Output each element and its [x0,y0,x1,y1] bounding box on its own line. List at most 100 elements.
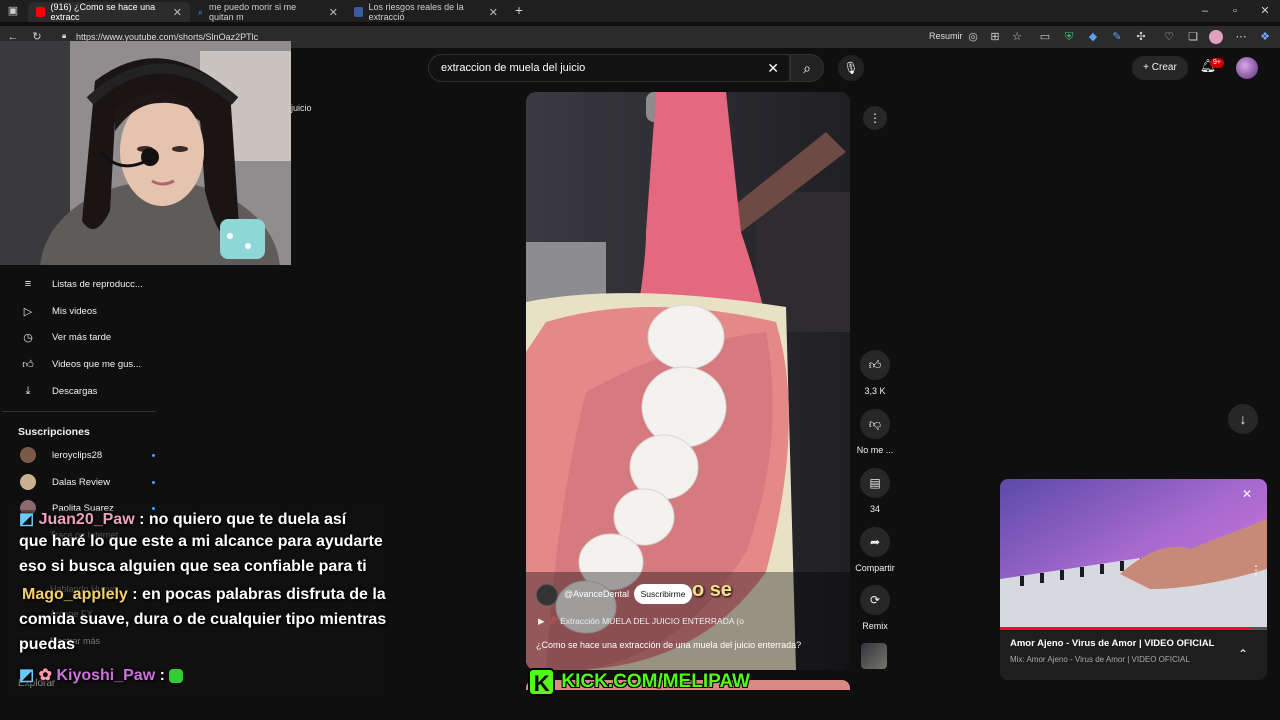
mini-player-video-frame [1000,479,1267,629]
sidebar-item-label: Descargas [52,385,98,397]
more-options-icon[interactable]: ⋮ [863,106,887,130]
browser-essentials-icon[interactable]: ♡ [1162,30,1176,44]
play-small-icon: ▶ [538,616,547,626]
sidebar-item-playlists[interactable]: ≡ Listas de reproducc... [20,271,160,297]
chat-emote-icon [169,668,184,683]
minimize-icon[interactable]: – [1198,4,1212,18]
tab-youtube[interactable]: (916) ¿Como se hace una extracc ✕ [28,2,190,22]
chat-message: que haré lo que este a mi alcance para a… [19,533,383,550]
short-video-player[interactable]: @AvanceDental Suscribirme o se ▶ 📌︎ Extr… [526,92,850,670]
close-tab-icon[interactable]: ✕ [173,6,182,19]
chat-message: comida suave, dura o de cualquier tipo m… [19,611,387,628]
comments-button[interactable]: ▤ 34 [856,468,894,514]
more-menu-icon[interactable]: ⋯ [1234,30,1248,44]
voice-search-button[interactable]: 🎙︎ [838,55,864,81]
search-button[interactable]: ⌕ [790,54,824,82]
chat-username: Mago_applely [22,586,128,603]
kick-url-text: KICK.COM/MELIPAW [561,671,750,692]
close-window-icon[interactable]: ✕ [1258,4,1272,18]
channel-avatar [20,447,36,463]
plus-icon: + [1143,62,1150,73]
extensions-puzzle-icon[interactable]: ✣ [1134,30,1148,44]
close-miniplayer-icon[interactable]: ✕ [1242,487,1252,501]
new-tab-icon[interactable]: + [512,3,526,17]
translate-extension-icon[interactable]: ✎ [1110,30,1124,44]
miniplayer-subtitle: Mix: Amor Ajeno - Virus de Amor | VIDEO … [1010,655,1190,664]
favorite-star-icon[interactable]: ☆ [1010,30,1024,44]
history-item-fragment[interactable]: juicio [291,103,312,113]
close-tab-icon[interactable]: ✕ [489,6,498,19]
apps-icon[interactable]: ⊞ [988,30,1002,44]
create-button[interactable]: + Crear [1132,56,1188,80]
kick-logo-icon: K [528,668,556,696]
split-screen-icon[interactable]: ▭ [1038,30,1052,44]
share-arrow-icon: ➦ [860,527,890,557]
audio-track-thumbnail[interactable] [861,643,887,669]
miniplayer-options-icon[interactable]: ⋮ [1250,563,1262,577]
dental-model-video-frame [526,92,850,670]
search-input[interactable]: extraccion de muela del juicio ✕ [428,54,790,82]
sidebar-item-liked[interactable]: 👍︎ Videos que me gus... [20,351,160,377]
collections-icon[interactable]: ❏ [1186,30,1200,44]
download-icon: ⤓ [25,384,31,397]
like-button[interactable]: 👍︎ 3,3 K [856,350,894,396]
webcam-overlay [0,41,291,265]
search-favicon-icon: ⌕ [198,6,204,17]
subscriptions-heading[interactable]: Suscripciones [18,426,90,438]
dislike-button[interactable]: 👎︎ No me ... [856,409,894,455]
chat-username: Juan20_Paw [38,511,135,528]
expand-miniplayer-chevron-icon[interactable]: ⌃ [1238,647,1248,661]
playlist-link[interactable]: ▶ 📌︎ Extracción MUELA DEL JUICIO ENTERRA… [538,616,744,627]
kick-promo-banner: K KICK.COM/MELIPAW [528,667,750,697]
sidebar-sub-leroyclips28[interactable]: leroyclips28 [20,442,160,468]
watch-later-icon: ◷ [23,331,33,344]
new-content-dot [152,481,155,484]
share-button[interactable]: ➦ Compartir [853,527,897,573]
account-avatar[interactable] [1236,57,1258,79]
sidebar-item-my-videos[interactable]: ▷ Mis videos [20,298,160,324]
sidebar-sub-dalas-review[interactable]: Dalas Review [20,469,160,495]
sidebar-item-label: leroyclips28 [52,449,103,461]
miniplayer-title: Amor Ajeno - Virus de Amor | VIDEO OFICI… [1010,638,1215,649]
maximize-icon[interactable]: ▫ [1228,4,1242,18]
chat-text: : [159,667,165,684]
chat-message: Mago_applely : en pocas palabras disfrut… [19,586,386,604]
channel-avatar[interactable] [536,584,558,606]
sidebar-item-label: Listas de reproducc... [52,278,143,290]
close-tab-icon[interactable]: ✕ [329,6,338,19]
sidebar-item-downloads[interactable]: ⤓ Descargas [20,378,160,404]
tab-title: Los riesgos reales de la extracció [368,2,464,22]
tab-article[interactable]: Los riesgos reales de la extracció ✕ [346,2,506,22]
channel-handle[interactable]: @AvanceDental [564,589,629,599]
sidebar-item-label: Videos que me gus... [52,358,142,370]
remix-button[interactable]: ⟳ Remix [856,585,894,631]
extension-icon[interactable]: ◆ [1086,30,1100,44]
playlist-line-text: Extracción MUELA DEL JUICIO ENTERRADA (o [560,616,744,626]
subscribe-button[interactable]: Suscribirme [634,584,692,604]
notification-count-badge: 9+ [1210,58,1224,68]
shield-extension-icon[interactable]: ⛨ [1062,30,1076,44]
chat-text: : no quiero que te duela así [139,511,347,528]
clear-search-icon[interactable]: ✕ [767,60,779,77]
sidebar-item-label: Dalas Review [52,476,111,488]
chat-message: ◩ ✿ Kiyoshi_Paw : [19,665,184,685]
chat-message: puedas [19,636,76,653]
new-content-dot [152,454,155,457]
tab-search[interactable]: ⌕ me puedo morir si me quitan m ✕ [190,2,346,22]
dislike-label: No me ... [856,445,894,455]
playlist-icon: ≡ [24,278,32,290]
sidebar-item-watch-later[interactable]: ◷ Ver más tarde [20,324,160,350]
summarize-button[interactable]: Resumir [929,31,963,41]
copilot-sidebar-icon[interactable]: ❖ [1258,30,1272,44]
comment-count: 34 [869,504,880,514]
mini-player[interactable]: ✕ ⋮ Amor Ajeno - Virus de Amor | VIDEO O… [1000,479,1267,680]
microphone-icon: 🎙︎ [843,61,859,75]
tab-actions-icon[interactable]: ▣ [6,4,20,18]
sidebar-divider [2,411,156,412]
copilot-icon[interactable]: ◎ [966,30,980,44]
profile-avatar[interactable] [1209,30,1223,44]
miniplayer-progress-track[interactable] [1000,627,1267,630]
next-short-arrow-icon[interactable]: ↓ [1228,404,1258,434]
streamer-webcam-image [0,41,291,265]
chat-badge-icon: ◩ [19,667,35,684]
